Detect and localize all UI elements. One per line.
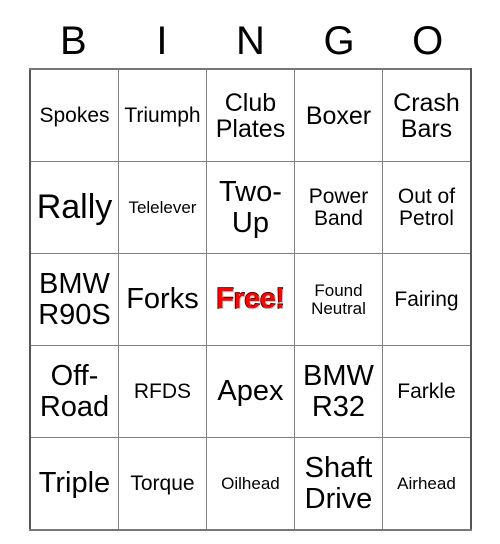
bingo-cell[interactable]: Rally — [28, 161, 119, 254]
bingo-row: Triple Torque Oilhead Shaft Drive Airhead — [28, 437, 472, 531]
bingo-cell[interactable]: Club Plates — [205, 68, 295, 162]
bingo-cell[interactable]: Forks — [117, 253, 207, 346]
bingo-row: Off-Road RFDS Apex BMW R32 Farkle — [28, 345, 472, 438]
bingo-row: BMW R90S Forks Free! Found Neutral Fairing — [28, 253, 472, 346]
bingo-cell-label: Power Band — [308, 184, 369, 230]
bingo-cell-label: Telelever — [128, 197, 197, 217]
header-letter-b: B — [59, 19, 87, 63]
bingo-cell-label: Fairing — [394, 287, 459, 311]
bingo-card: B I N G O Spokes Triumph Club Plates Boxer C… — [28, 14, 472, 531]
bingo-cell-label: Apex — [217, 375, 284, 408]
bingo-cell-label: Forks — [126, 283, 199, 316]
bingo-cell-free[interactable]: Free! — [205, 253, 295, 346]
bingo-cell-label: Boxer — [305, 101, 372, 130]
bingo-cell-label: RFDS — [133, 379, 192, 403]
bingo-cell[interactable]: Triple — [28, 437, 119, 531]
bingo-row: Spokes Triumph Club Plates Boxer Crash Bars — [28, 68, 472, 162]
bingo-cell[interactable]: Found Neutral — [293, 253, 383, 346]
bingo-cell-label: BMW R32 — [303, 360, 374, 423]
bingo-cell-label: Off-Road — [39, 360, 110, 423]
bingo-header: B I N G O — [29, 14, 472, 68]
bingo-cell[interactable]: Off-Road — [28, 345, 119, 438]
bingo-cell-label: Crash Bars — [393, 88, 460, 143]
bingo-cell-label: Airhead — [397, 473, 456, 493]
bingo-cell[interactable]: BMW R32 — [293, 345, 383, 438]
bingo-cell-label: Rally — [36, 187, 113, 226]
bingo-cell-label: Two-Up — [219, 176, 282, 239]
bingo-cell-label: BMW R90S — [38, 268, 111, 331]
header-letter-i: I — [156, 19, 168, 63]
bingo-cell[interactable]: Farkle — [381, 345, 472, 438]
bingo-cell[interactable]: Power Band — [293, 161, 383, 254]
bingo-cell-label: Oilhead — [221, 473, 280, 493]
bingo-cell[interactable]: Spokes — [28, 68, 119, 162]
bingo-cell-label: Farkle — [397, 379, 456, 403]
bingo-cell-label: Spokes — [39, 103, 110, 127]
bingo-cell-label: Shaft Drive — [304, 452, 373, 515]
bingo-cell[interactable]: RFDS — [117, 345, 207, 438]
bingo-cell[interactable]: Boxer — [293, 68, 383, 162]
bingo-cell[interactable]: Telelever — [117, 161, 207, 254]
bingo-cell[interactable]: Crash Bars — [381, 68, 472, 162]
bingo-cell[interactable]: Two-Up — [205, 161, 295, 254]
bingo-cell[interactable]: BMW R90S — [28, 253, 119, 346]
bingo-cell-label: Triple — [38, 467, 111, 500]
bingo-cell-label: Out of Petrol — [397, 184, 456, 230]
bingo-cell[interactable]: Fairing — [381, 253, 472, 346]
bingo-grid: Spokes Triumph Club Plates Boxer Crash Bars R… — [28, 68, 472, 531]
bingo-cell[interactable]: Airhead — [381, 437, 472, 531]
bingo-cell[interactable]: Oilhead — [205, 437, 295, 531]
bingo-cell-label: Found Neutral — [311, 280, 366, 318]
bingo-cell-label: Triumph — [124, 103, 201, 127]
bingo-cell[interactable]: Torque — [117, 437, 207, 531]
bingo-cell-label: Torque — [130, 471, 195, 495]
header-letter-g: G — [323, 19, 355, 63]
free-space-label: Free! — [216, 283, 286, 316]
bingo-cell[interactable]: Triumph — [117, 68, 207, 162]
bingo-cell[interactable]: Apex — [205, 345, 295, 438]
header-letter-o: O — [412, 19, 444, 63]
bingo-row: Rally Telelever Two-Up Power Band Out of Pet… — [28, 161, 472, 254]
bingo-cell-label: Club Plates — [215, 88, 286, 143]
header-letter-n: N — [236, 19, 265, 63]
bingo-cell[interactable]: Shaft Drive — [293, 437, 383, 531]
bingo-cell[interactable]: Out of Petrol — [381, 161, 472, 254]
